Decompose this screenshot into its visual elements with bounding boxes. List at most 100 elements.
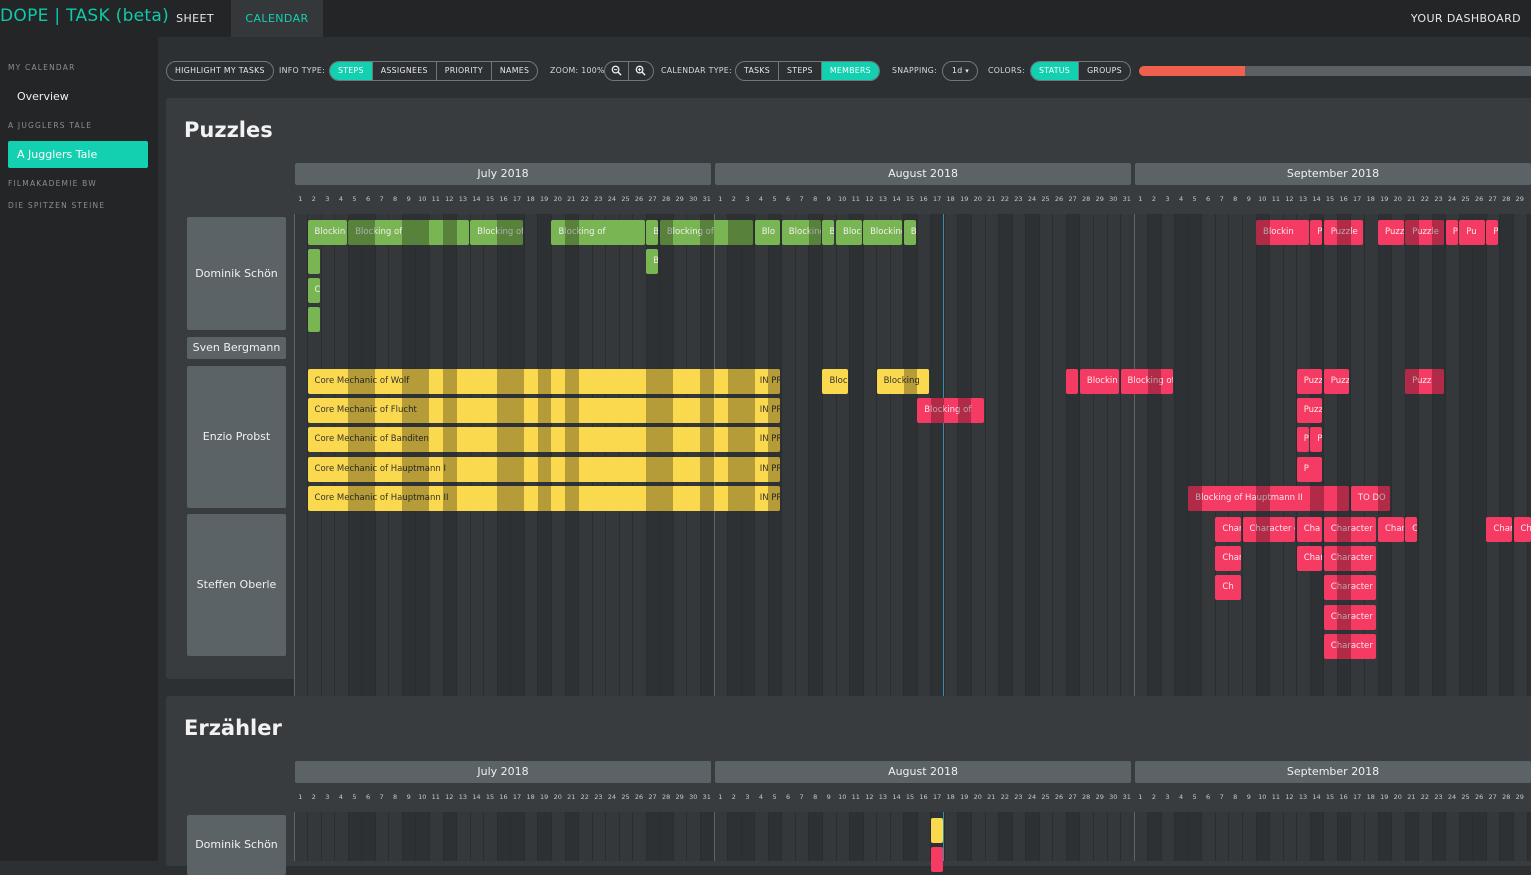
task-bar[interactable]: Char bbox=[1215, 517, 1241, 542]
task-bar[interactable]: P bbox=[1297, 427, 1309, 452]
zoom-in-button[interactable] bbox=[628, 62, 652, 80]
task-bar[interactable]: Character of bbox=[1324, 546, 1377, 571]
task-bar[interactable]: Bloc bbox=[822, 369, 848, 394]
day-number: 3 bbox=[740, 195, 754, 203]
task-bar[interactable]: Bloc bbox=[836, 220, 862, 245]
bar-weekend-shade bbox=[538, 427, 552, 452]
task-bar[interactable]: Char bbox=[1486, 517, 1512, 542]
task-bar[interactable]: B bbox=[822, 220, 834, 245]
task-bar[interactable]: Blocking of bbox=[551, 220, 644, 245]
info-type-steps[interactable]: STEPS bbox=[330, 62, 372, 80]
task-bar[interactable] bbox=[308, 307, 320, 332]
task-bar[interactable]: Char bbox=[1378, 517, 1404, 542]
grid-column bbox=[1391, 214, 1406, 759]
info-type-names[interactable]: NAMES bbox=[491, 62, 537, 80]
task-bar[interactable]: Blocking of bbox=[348, 220, 468, 245]
task-bar[interactable]: B bbox=[904, 220, 916, 245]
task-bar[interactable]: Puzz bbox=[1297, 398, 1323, 423]
task-bar[interactable]: Puzz bbox=[1324, 369, 1350, 394]
task-bar-label: Blockin bbox=[1087, 369, 1118, 394]
task-bar[interactable]: Pu bbox=[1459, 220, 1485, 245]
task-bar[interactable]: Pu bbox=[1486, 220, 1498, 245]
task-bar[interactable]: C bbox=[308, 278, 320, 303]
calendar-type-tasks[interactable]: TASKS bbox=[736, 62, 778, 80]
calendar-type-members[interactable]: MEMBERS bbox=[821, 62, 879, 80]
task-bar[interactable]: Blockin bbox=[1080, 369, 1119, 394]
sidebar-header-jugglers-tale[interactable]: A JUGGLERS TALE bbox=[8, 121, 92, 130]
task-bar[interactable]: Blockin bbox=[308, 220, 347, 245]
task-bar[interactable]: P bbox=[1297, 457, 1323, 482]
task-bar[interactable]: Char bbox=[1297, 546, 1323, 571]
member-sven-bergmann[interactable]: Sven Bergmann bbox=[187, 337, 286, 359]
bar-weekend-shade bbox=[402, 369, 416, 394]
task-bar[interactable]: Puzz bbox=[1297, 369, 1323, 394]
task-bar[interactable]: Core Mechanic of BanditenIN PROGRESS bbox=[308, 427, 781, 452]
member-steffen-oberle[interactable]: Steffen Oberle bbox=[187, 514, 286, 656]
sidebar-header-spitzen-steine[interactable]: DIE SPITZEN STEINE bbox=[8, 201, 105, 210]
day-number: 25 bbox=[1459, 793, 1473, 801]
day-number: 1 bbox=[1133, 195, 1147, 203]
colors-groups[interactable]: GROUPS bbox=[1078, 62, 1130, 80]
member-enzio-probst[interactable]: Enzio Probst bbox=[187, 366, 286, 508]
task-bar[interactable]: Blocking bbox=[877, 369, 930, 394]
task-bar[interactable]: Ch bbox=[1215, 575, 1241, 600]
colors-status[interactable]: STATUS bbox=[1031, 62, 1078, 80]
task-bar[interactable]: Cha bbox=[1297, 517, 1323, 542]
day-number: 15 bbox=[1323, 793, 1337, 801]
task-bar[interactable]: Char bbox=[1215, 546, 1241, 571]
task-bar[interactable]: Blocking bbox=[782, 220, 821, 245]
task-bar[interactable] bbox=[931, 847, 943, 872]
info-type-assignees[interactable]: ASSIGNEES bbox=[372, 62, 436, 80]
sidebar-header-filmakademie[interactable]: FILMAKADEMIE BW bbox=[8, 179, 97, 188]
task-bar[interactable] bbox=[931, 818, 943, 843]
task-bar[interactable]: Character o bbox=[1324, 575, 1377, 600]
snapping-select[interactable]: 1d ▾ bbox=[942, 61, 978, 81]
sidebar-item-a-jugglers-tale[interactable]: A Jugglers Tale bbox=[8, 141, 148, 168]
sidebar-item-overview[interactable]: Overview bbox=[17, 90, 69, 103]
task-bar[interactable]: Puzz bbox=[1378, 220, 1404, 245]
task-bar[interactable]: Blocking of bbox=[660, 220, 753, 245]
task-bar[interactable]: B bbox=[646, 249, 658, 274]
task-bar[interactable]: B bbox=[646, 220, 658, 245]
task-bar[interactable]: Char bbox=[1405, 517, 1417, 542]
task-bar[interactable]: P bbox=[1446, 220, 1458, 245]
task-bar[interactable]: Blo bbox=[755, 220, 781, 245]
day-number: 12 bbox=[442, 793, 456, 801]
task-bar[interactable]: Blocking of Hauptmann II bbox=[1188, 486, 1349, 511]
task-bar[interactable]: Character of bbox=[1324, 634, 1377, 659]
tab-calendar[interactable]: CALENDAR bbox=[231, 0, 323, 37]
bar-weekend-shade bbox=[768, 427, 780, 452]
task-bar[interactable]: Char bbox=[1514, 517, 1531, 542]
task-bar[interactable]: Character of bbox=[1324, 605, 1377, 630]
dashboard-link[interactable]: YOUR DASHBOARD bbox=[1411, 0, 1521, 37]
task-bar[interactable]: TO DO bbox=[1351, 486, 1390, 511]
grid-column bbox=[971, 812, 986, 861]
task-bar[interactable] bbox=[308, 249, 320, 274]
member-dominik-sch-n[interactable]: Dominik Schön bbox=[187, 815, 286, 875]
task-bar[interactable]: Core Mechanic of Hauptmann IIIN PROGRESS bbox=[308, 486, 781, 511]
task-bar[interactable]: Blocking of bbox=[470, 220, 523, 245]
highlight-my-tasks-button[interactable]: HIGHLIGHT MY TASKS bbox=[166, 61, 274, 81]
task-bar[interactable]: Blocking bbox=[863, 220, 902, 245]
calendar-type-steps[interactable]: STEPS bbox=[778, 62, 821, 80]
zoom-out-button[interactable] bbox=[605, 62, 628, 80]
task-bar[interactable]: Core Mechanic of Hauptmann IIN PROGRESS bbox=[308, 457, 781, 482]
task-bar[interactable]: Core Mechanic of FluchtIN PROGRESS bbox=[308, 398, 781, 423]
info-type-priority[interactable]: PRIORITY bbox=[436, 62, 491, 80]
task-bar[interactable]: Puzzle bbox=[1405, 220, 1444, 245]
member-dominik-sch-n[interactable]: Dominik Schön bbox=[187, 217, 286, 330]
task-bar[interactable]: Blockin bbox=[1256, 220, 1309, 245]
task-bar[interactable]: Character of bbox=[1243, 517, 1296, 542]
task-bar[interactable]: Blocking of bbox=[917, 398, 983, 423]
task-bar[interactable]: P bbox=[1310, 220, 1322, 245]
task-bar[interactable]: Character of bbox=[1324, 517, 1377, 542]
task-bar[interactable]: Puz bbox=[1310, 427, 1322, 452]
task-bar[interactable]: Puzzle bbox=[1324, 220, 1363, 245]
task-bar[interactable]: Blocking of bbox=[1121, 369, 1174, 394]
task-bar[interactable]: Puzz bbox=[1405, 369, 1444, 394]
task-bar[interactable] bbox=[1066, 369, 1078, 394]
grid-column bbox=[1012, 214, 1027, 759]
tab-sheet[interactable]: SHEET bbox=[160, 0, 230, 37]
task-bar[interactable]: Core Mechanic of WolfIN PROGRESS bbox=[308, 369, 781, 394]
app-logo[interactable]: DOPE | TASK (beta) bbox=[0, 6, 169, 26]
